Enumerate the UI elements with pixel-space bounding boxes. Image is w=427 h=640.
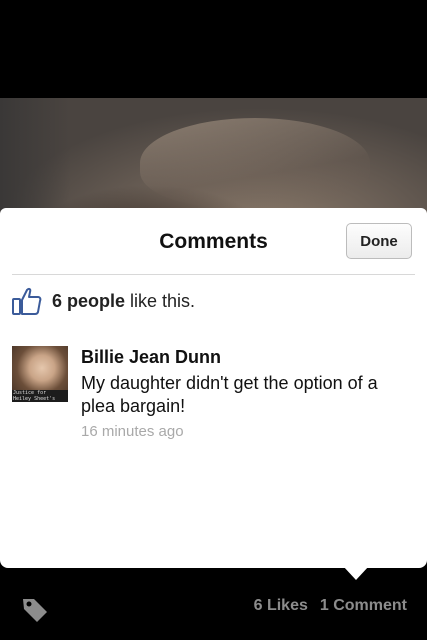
- panel-pointer: [343, 566, 369, 580]
- divider: [12, 274, 415, 275]
- thumbs-up-icon: [12, 287, 42, 315]
- tag-icon[interactable]: [20, 595, 50, 625]
- photo-highlight: [140, 118, 370, 208]
- comments-count-button[interactable]: 1 Comment: [320, 597, 407, 614]
- comments-panel: Comments Done 6 people like this. Justic…: [0, 208, 427, 568]
- bottom-bar: 6 Likes 1 Comment: [0, 580, 427, 640]
- comment-author[interactable]: Billie Jean Dunn: [81, 346, 415, 368]
- likes-suffix: like this.: [125, 290, 196, 311]
- bottom-stats: 6 Likes 1 Comment: [242, 597, 407, 615]
- likes-row[interactable]: 6 people like this.: [12, 286, 195, 316]
- avatar[interactable]: Justice for Heiley Sheet's: [12, 346, 68, 402]
- avatar-caption: Justice for Heiley Sheet's: [12, 390, 68, 402]
- comment-text: My daughter didn't get the option of a p…: [81, 373, 378, 416]
- likes-count: 6 people: [52, 290, 126, 311]
- done-button[interactable]: Done: [346, 223, 412, 259]
- likes-count-button[interactable]: 6 Likes: [254, 597, 308, 614]
- comment-body: Billie Jean Dunn My daughter didn't get …: [81, 346, 415, 440]
- comment-timestamp: 16 minutes ago: [81, 423, 184, 440]
- likes-summary: 6 people like this.: [52, 291, 195, 312]
